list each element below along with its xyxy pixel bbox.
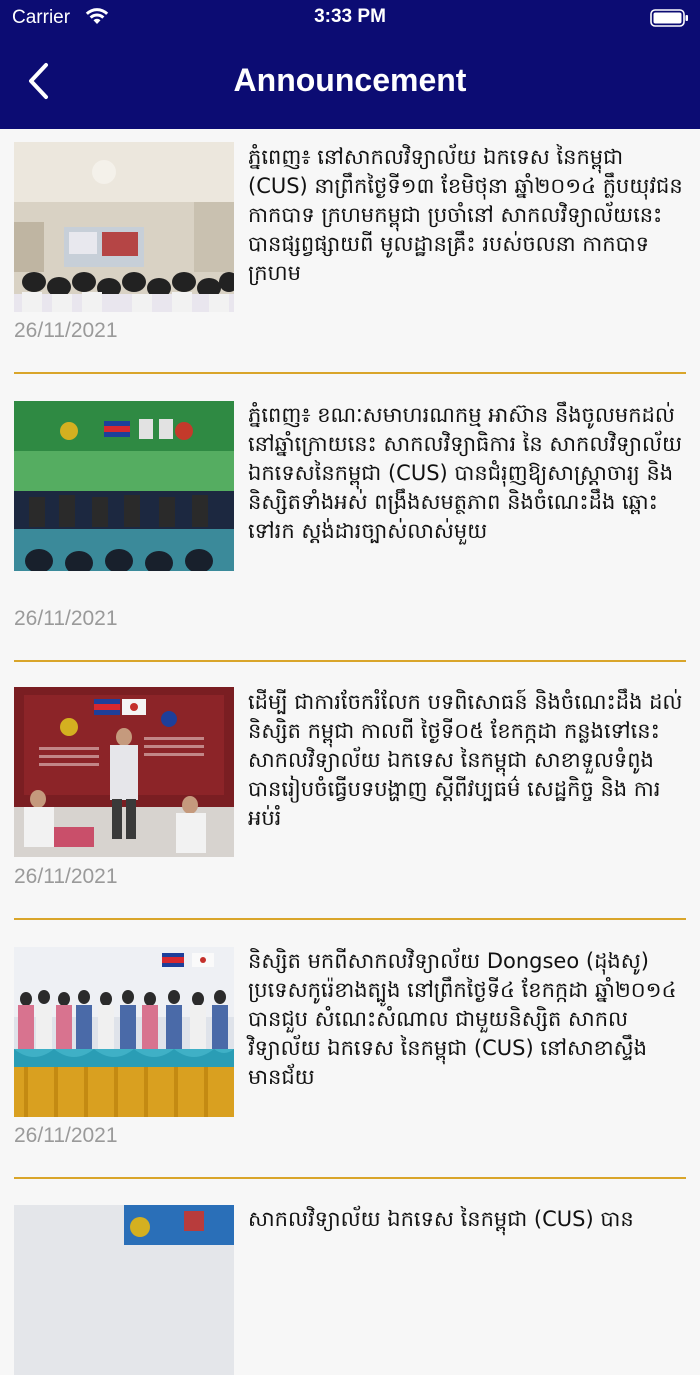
page-title: Announcement [233,62,467,98]
announcement-title: ភ្នំពេញ៖ ខណៈសមាហរណកម្ម អាស៊ាន នឹងចូលមកដល… [248,403,682,543]
status-time: 3:33 PM [314,6,386,27]
announcement-item[interactable]: សាកលវិទ្យាល័យ ឯកទេស នៃកម្ពុជា (CUS) បាន [0,1179,700,1375]
announcement-item[interactable]: និស្សិត មកពីសាកលវិទ្យាល័យ Dongseo (ដុងសូ… [0,921,700,1179]
navigation-bar: Announcement [0,38,700,129]
announcement-thumbnail [14,947,234,1117]
announcement-title: ដើម្បី ជាការចែករំលែក បទពិសោធន៍ និងចំណេះដ… [248,690,683,830]
announcement-thumbnail [14,142,234,312]
status-bar: Carrier 3:33 PM [0,0,700,38]
announcement-item[interactable]: ដើម្បី ជាការចែករំលែក បទពិសោធន៍ និងចំណេះដ… [0,662,700,921]
item-divider [14,918,686,920]
app-header: Carrier 3:33 PM Announcement [0,0,700,129]
battery-icon [650,8,690,28]
announcement-date: 26/11/2021 [14,865,118,888]
announcement-date: 26/11/2021 [14,607,118,630]
announcement-title: សាកលវិទ្យាល័យ ឯកទេស នៃកម្ពុជា (CUS) បាន [248,1207,634,1231]
announcement-date: 26/11/2021 [14,1124,118,1147]
announcement-item[interactable]: ភ្នំពេញ៖ ខណៈសមាហរណកម្ម អាស៊ាន នឹងចូលមកដល… [0,375,700,662]
announcement-item[interactable]: ភ្នំពេញ៖ នៅសាកលវិទ្យាល័យ ឯកទេស នៃកម្ពុជា… [0,129,700,375]
announcement-thumbnail [14,401,234,571]
announcement-date: 26/11/2021 [14,319,118,342]
announcement-thumbnail [14,687,234,857]
announcement-title: ភ្នំពេញ៖ នៅសាកលវិទ្យាល័យ ឯកទេស នៃកម្ពុជា… [248,145,683,285]
item-divider [14,372,686,374]
announcement-title: និស្សិត មកពីសាកលវិទ្យាល័យ Dongseo (ដុងសូ… [248,949,677,1089]
announcement-thumbnail [14,1205,234,1375]
